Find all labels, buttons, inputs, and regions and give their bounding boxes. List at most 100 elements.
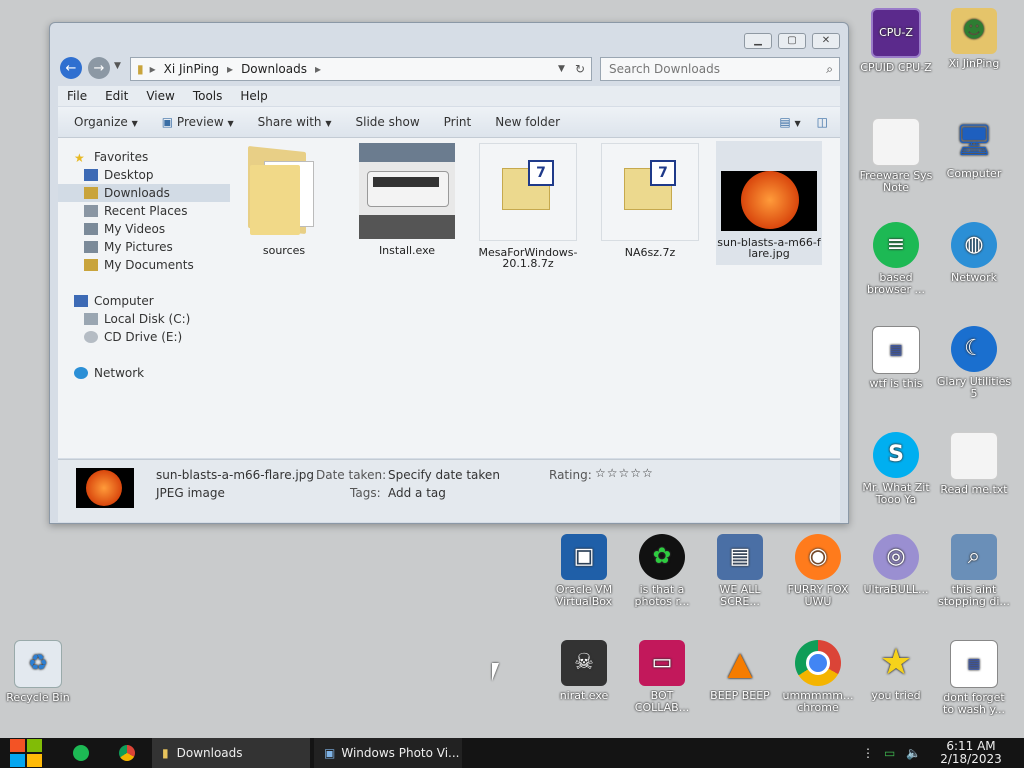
desktop-icon-photos[interactable]: ✿ is that a photos r... [624, 534, 700, 608]
tags-field[interactable]: Add a tag [388, 486, 446, 500]
command-bar: Organize ▼ ▣ Preview ▼ Share with ▼ Slid… [58, 107, 840, 138]
menu-view[interactable]: View [137, 89, 183, 103]
desktop-icon-based-browser[interactable]: ≡ based browser ... [858, 222, 934, 296]
menu-help[interactable]: Help [231, 89, 276, 103]
nav-network[interactable]: Network [74, 364, 232, 382]
desktop-icon-virtualbox[interactable]: ▣ Oracle VM VirtualBox [546, 534, 622, 608]
nav-cd-drive[interactable]: CD Drive (E:) [84, 328, 242, 346]
user-folder-icon: ☻ [951, 8, 997, 54]
desktop-icon-recycle-bin[interactable]: ♻ Recycle Bin [0, 640, 76, 704]
desktop-icon-nirat[interactable]: ☠ nirat.exe [546, 640, 622, 702]
desktop-icon-vlc[interactable]: ▲ BEEP BEEP [702, 640, 778, 702]
document-grid-icon: ▦ [872, 326, 920, 374]
nav-recent-places[interactable]: Recent Places [84, 202, 242, 220]
organize-button[interactable]: Organize ▼ [58, 115, 150, 129]
desktop-icon-bot-collab[interactable]: ▭ BOT COLLAB... [624, 640, 700, 714]
desktop-icon-this-aint-stopping[interactable]: ⌕ this aint stopping di... [936, 534, 1012, 608]
file-item-mesa-7z[interactable]: 7 MesaForWindows-20.1.8.7z [476, 143, 580, 269]
desktop-icon-skype[interactable]: S Mr. What Zit Tooo Ya [858, 432, 934, 506]
file-item-install-exe[interactable]: Install.exe [355, 143, 459, 256]
desktop-icon-computer[interactable]: 🖥 Computer [936, 118, 1012, 180]
refresh-icon[interactable]: ↻ [575, 62, 585, 76]
computer-icon [74, 295, 88, 307]
network-tray-icon[interactable]: ▭ [884, 738, 895, 768]
minimize-button[interactable]: ▁ [744, 33, 772, 49]
date-taken-field[interactable]: Specify date taken [388, 468, 500, 482]
desktop-icon-glary-utilities[interactable]: ☾ Glary Utilities 5 [936, 326, 1012, 400]
nav-my-pictures[interactable]: My Pictures [84, 238, 242, 256]
desktop-icon-ultrabull[interactable]: ◎ UltraBULL... [858, 534, 934, 596]
tray-overflow-icon[interactable]: ⋮ [862, 738, 874, 768]
address-bar[interactable]: ▮ ▸ Xi JinPing ▸ Downloads ▸ ▼ ↻ [130, 57, 592, 81]
desktop-icon-wtf-is-this[interactable]: ▦ wtf is this [858, 326, 934, 390]
chat-app-icon: ≡ [873, 222, 919, 268]
chrome-icon [795, 640, 841, 686]
address-dropdown-icon[interactable]: ▼ [558, 64, 565, 74]
change-view-button[interactable]: ▤ ▼ [767, 115, 804, 129]
search-icon[interactable]: ⌕ [826, 62, 833, 77]
breadcrumb-user[interactable]: Xi JinPing [164, 62, 219, 76]
search-box[interactable]: Search Downloads ⌕ [600, 57, 840, 81]
taskbar-photo-viewer[interactable]: ▣ Windows Photo Vi... [314, 738, 462, 768]
menu-bar: File Edit View Tools Help [58, 86, 840, 106]
breadcrumb-downloads[interactable]: Downloads [241, 62, 307, 76]
downloads-folder-icon [84, 187, 98, 199]
desktop-icon-freeware-sys-note[interactable]: Freeware Sys Note [858, 118, 934, 194]
photo-viewer-icon: ▣ [324, 746, 336, 760]
chrome-icon [119, 745, 135, 761]
desktop-icon-firefox[interactable]: ◉ FURRY FOX UWU [780, 534, 856, 608]
taskbar-chat-app[interactable] [70, 738, 92, 768]
nav-computer[interactable]: Computer [74, 292, 232, 310]
nav-my-documents[interactable]: My Documents [84, 256, 242, 274]
desktop-icon-user-folder[interactable]: ☻ Xi JinPing [936, 8, 1012, 70]
back-button[interactable]: ← [60, 57, 82, 79]
nav-desktop[interactable]: Desktop [84, 166, 242, 184]
taskbar-chrome[interactable] [116, 738, 138, 768]
nav-downloads[interactable]: Downloads [58, 184, 230, 202]
pink-monitor-icon: ▭ [639, 640, 685, 686]
desktop-icon-read-me[interactable]: Read me.txt [936, 432, 1012, 496]
breadcrumb-separator-icon: ▸ [149, 62, 156, 76]
close-icon: ✕ [821, 35, 831, 46]
file-item-sun-jpg-selected[interactable]: sun-blasts-a-m66-flare.jpg [716, 141, 822, 265]
menu-tools[interactable]: Tools [184, 89, 232, 103]
start-button[interactable] [10, 739, 42, 767]
virtualbox-cube-icon: ▣ [561, 534, 607, 580]
search-input[interactable]: Search Downloads [609, 62, 720, 76]
desktop-icon-chrome[interactable]: ummmmm... chrome [780, 640, 856, 714]
file-item-sources[interactable]: sources [232, 143, 336, 256]
share-with-button[interactable]: Share with ▼ [246, 115, 344, 129]
volume-tray-icon[interactable]: 🔈 [906, 738, 921, 768]
rating-stars[interactable]: ☆☆☆☆☆ [595, 466, 654, 480]
nav-favorites[interactable]: ★ Favorites [74, 148, 232, 166]
taskbar: ▮ Downloads ▣ Windows Photo Vi... ⋮ ▭ 🔈 6:… [0, 738, 1024, 768]
preview-button[interactable]: ▣ Preview ▼ [150, 115, 246, 129]
desktop-icon-you-tried[interactable]: ★ you tried [858, 640, 934, 702]
maximize-icon: ▢ [787, 35, 797, 46]
recent-pages-chevron-icon[interactable]: ▼ [114, 61, 121, 71]
close-button[interactable]: ✕ [812, 33, 840, 49]
desktop-icon-cpuz[interactable]: CPU-Z CPUID CPU-Z [858, 8, 934, 74]
cpuz-icon: CPU-Z [871, 8, 921, 58]
cd-drive-icon [84, 331, 98, 343]
monitor-icon: ▤ [717, 534, 763, 580]
desktop-icon-we-all-scream[interactable]: ▤ WE ALL SCRE... [702, 534, 778, 608]
slide-show-button[interactable]: Slide show [344, 115, 432, 129]
clock[interactable]: 6:11 AM 2/18/2023 [936, 738, 1006, 768]
nav-local-disk[interactable]: Local Disk (C:) [84, 310, 242, 328]
menu-edit[interactable]: Edit [96, 89, 137, 103]
print-button[interactable]: Print [432, 115, 484, 129]
taskbar-downloads[interactable]: ▮ Downloads [152, 738, 310, 768]
preview-pane-button[interactable]: ◫ [805, 115, 840, 129]
desktop-icon-dont-forget[interactable]: ▦ dont forget to wash y... [936, 640, 1012, 716]
forward-button[interactable]: → [88, 57, 110, 79]
explorer-window[interactable]: ▁ ▢ ✕ ← → ▼ ▮ ▸ Xi JinPing ▸ Downloads ▸… [49, 22, 849, 524]
desktop-icon-network[interactable]: ◍ Network [936, 222, 1012, 284]
menu-file[interactable]: File [58, 89, 96, 103]
folder-icon: ▮ [162, 746, 169, 760]
nav-my-videos[interactable]: My Videos [84, 220, 242, 238]
maximize-button[interactable]: ▢ [778, 33, 806, 49]
file-item-na6sz-7z[interactable]: 7 NA6sz.7z [598, 143, 702, 258]
view-icon: ▤ [779, 115, 791, 129]
new-folder-button[interactable]: New folder [483, 115, 572, 129]
